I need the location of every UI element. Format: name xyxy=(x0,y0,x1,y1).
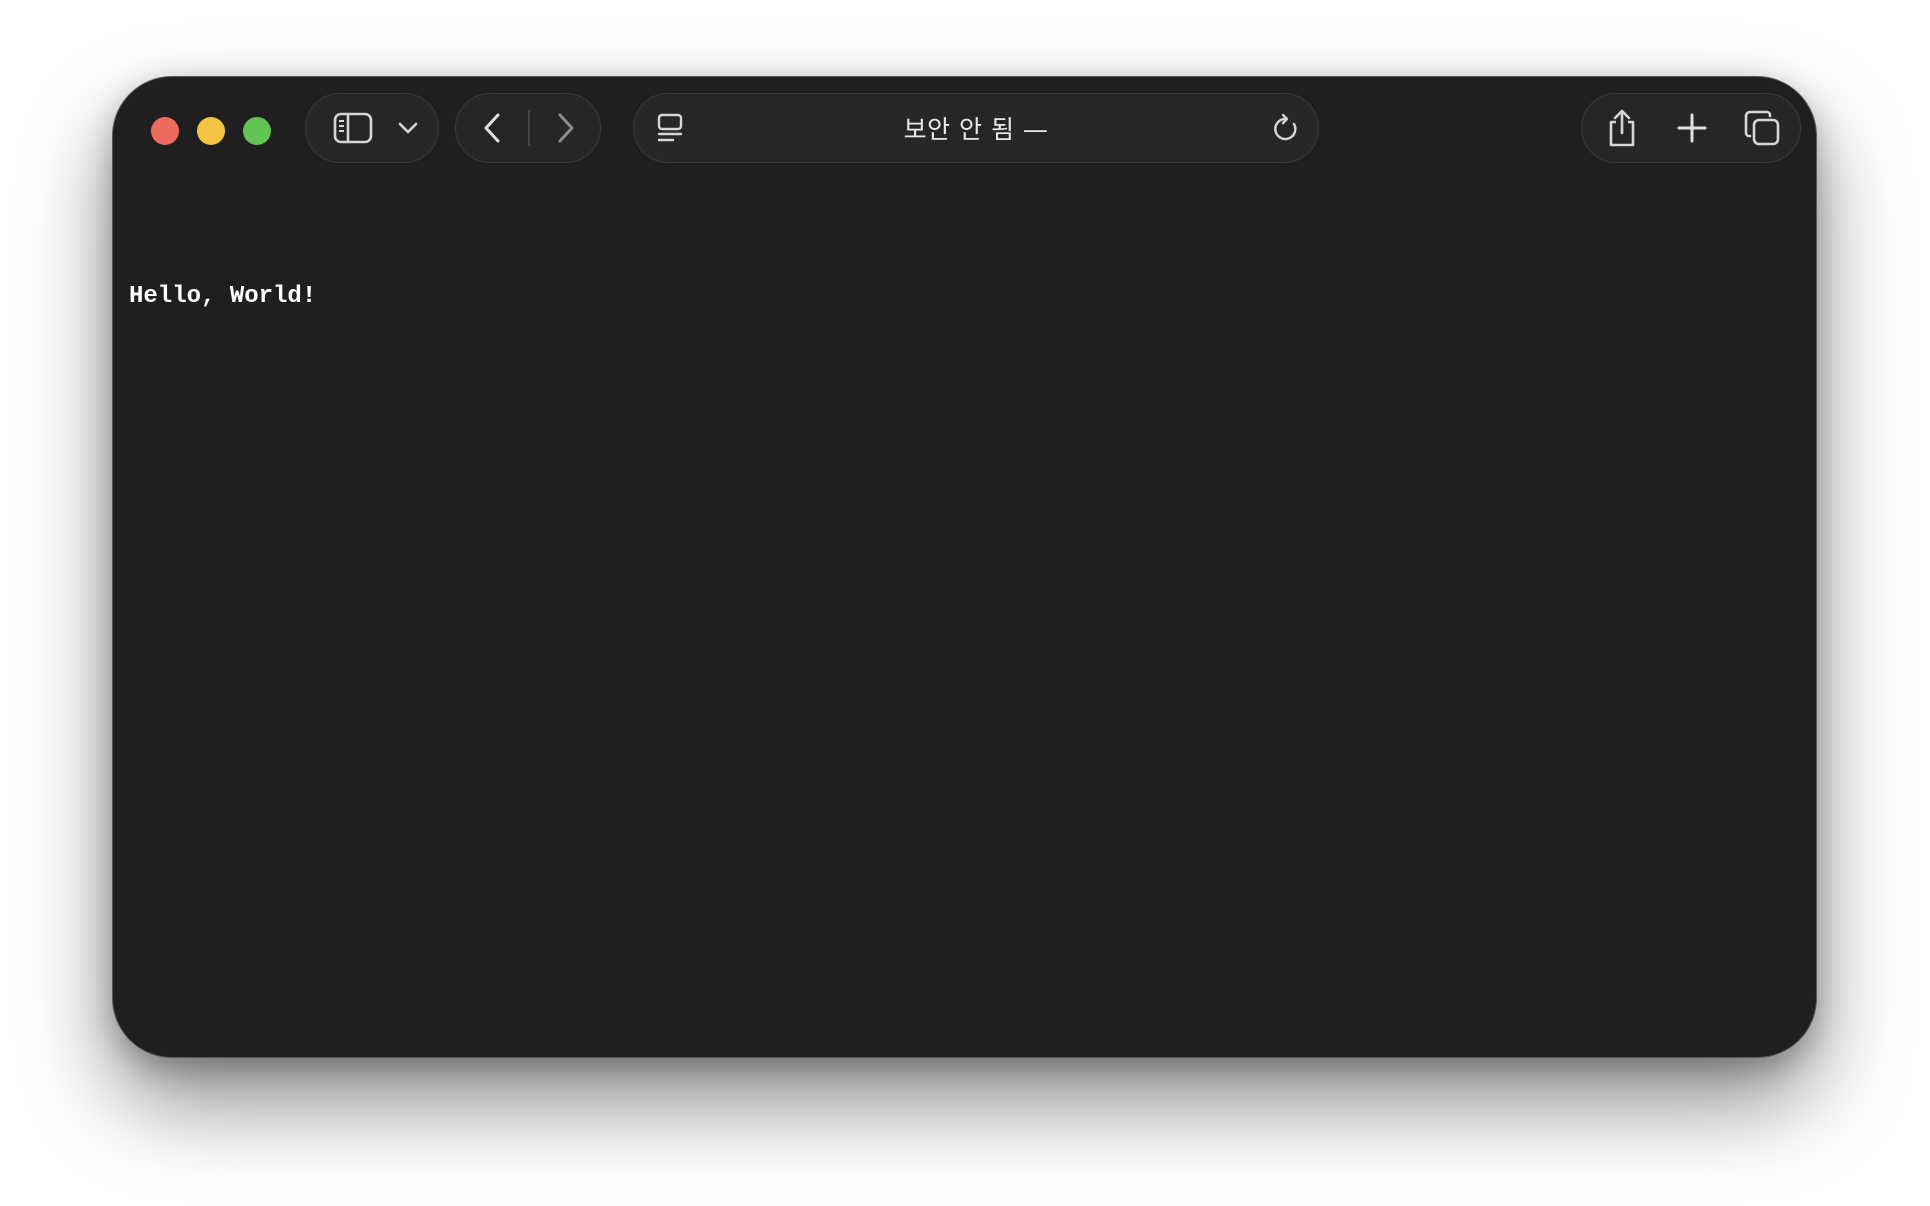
address-bar[interactable]: 보안 안 됨 — xyxy=(633,93,1319,163)
reload-button[interactable] xyxy=(1264,94,1308,161)
page-menu-icon xyxy=(657,113,683,143)
plus-icon xyxy=(1676,112,1708,144)
web-content: Hello, World! xyxy=(113,207,1816,1057)
toolbar-actions xyxy=(1581,93,1801,163)
reload-icon xyxy=(1272,113,1300,143)
address-title[interactable]: 보안 안 됨 — xyxy=(694,94,1258,161)
sidebar-toggle-button[interactable] xyxy=(320,94,386,161)
tab-overview-button[interactable] xyxy=(1730,94,1794,161)
close-button[interactable] xyxy=(151,117,179,145)
zoom-button[interactable] xyxy=(243,117,271,145)
browser-window: 보안 안 됨 — Hello, World! xyxy=(112,76,1817,1058)
page-body-text: Hello, World! xyxy=(129,283,317,310)
sidebar-menu-button[interactable] xyxy=(386,94,430,161)
tabs-overview-icon xyxy=(1743,109,1781,147)
share-button[interactable] xyxy=(1590,94,1654,161)
sidebar-controls xyxy=(305,93,439,163)
minimize-button[interactable] xyxy=(197,117,225,145)
chevron-down-icon xyxy=(397,121,419,135)
share-icon xyxy=(1606,108,1638,148)
sidebar-icon xyxy=(333,112,373,144)
navigation-controls xyxy=(455,93,601,163)
back-button[interactable] xyxy=(456,94,528,161)
chevron-left-icon xyxy=(483,112,501,144)
new-tab-button[interactable] xyxy=(1660,94,1724,161)
forward-button[interactable] xyxy=(530,94,602,161)
page-menu-button[interactable] xyxy=(648,94,692,161)
toolbar: 보안 안 됨 — xyxy=(113,77,1816,207)
chevron-right-icon xyxy=(557,112,575,144)
